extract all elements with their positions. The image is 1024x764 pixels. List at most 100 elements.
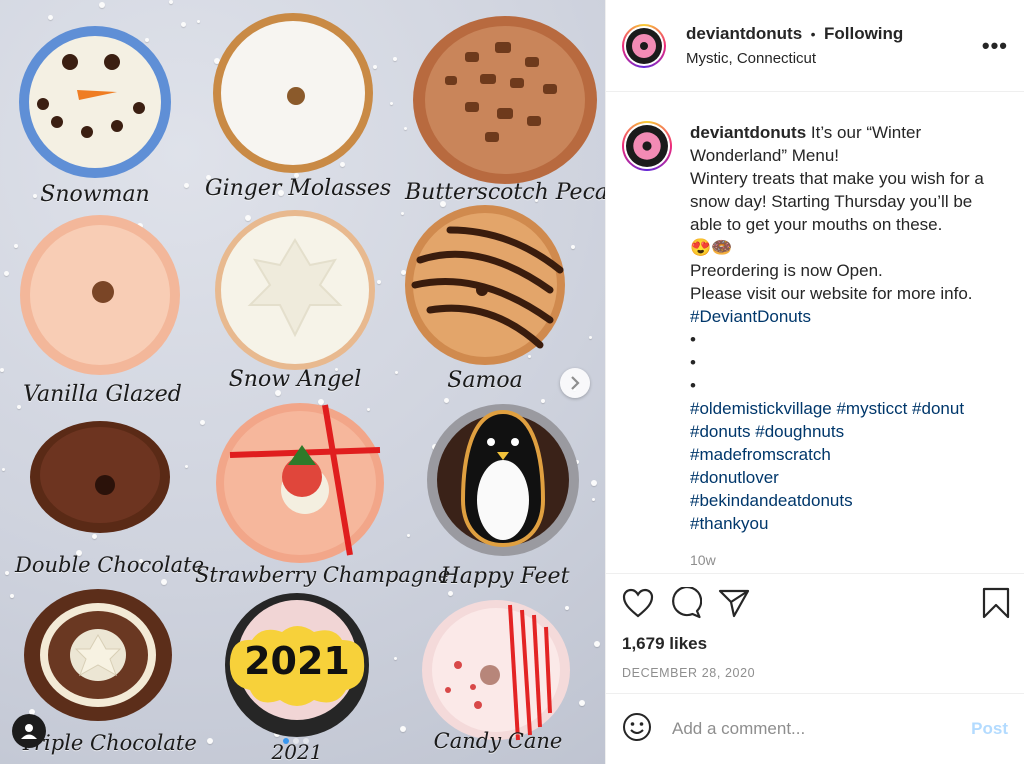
emoji-button[interactable] — [622, 712, 652, 747]
post-date: DECEMBER 28, 2020 — [622, 666, 756, 680]
comment-button[interactable] — [670, 585, 703, 624]
donut-double-chocolate-image — [30, 421, 170, 533]
sprinkle — [4, 271, 9, 276]
post-actions: 1,679 likes DECEMBER 28, 2020 — [606, 573, 1024, 693]
caption-username[interactable]: deviantdonuts — [690, 123, 806, 142]
sprinkle — [407, 534, 410, 537]
action-row — [622, 585, 1010, 624]
donut-snowman-image — [19, 26, 171, 178]
sprinkle — [395, 371, 398, 374]
donut-vanilla-glazed: Vanilla Glazed — [15, 210, 190, 420]
donut-candy-cane-image — [422, 600, 570, 741]
sprinkle — [5, 571, 9, 575]
caption-line: Please visit our website for more info. — [690, 284, 973, 303]
donut-label: Happy Feet — [440, 564, 570, 589]
caption-line: Preordering is now Open. — [690, 261, 883, 280]
sprinkle — [394, 657, 397, 660]
hashtag-link[interactable]: #DeviantDonuts — [690, 305, 1008, 328]
donut-triple-chocolate-image — [24, 589, 172, 721]
donut-label: Snow Angel — [228, 367, 362, 392]
sprinkle — [390, 102, 393, 105]
donut-strawberry-champagne: Strawberry Champagne — [195, 395, 451, 595]
sprinkle — [400, 726, 406, 732]
sprinkle — [393, 57, 397, 61]
hashtag-link[interactable]: #thankyou — [690, 512, 1008, 535]
donut-snow-angel: Snow Angel — [210, 205, 380, 405]
separator-dot: • — [810, 26, 816, 42]
sprinkle — [592, 498, 595, 501]
hashtag-link[interactable]: #doughnuts — [755, 422, 844, 441]
donut-ginger-image — [212, 13, 373, 173]
comment-input[interactable] — [670, 718, 972, 740]
chevron-right-icon — [571, 376, 580, 390]
sprinkle — [594, 641, 600, 647]
emoji-line: 😍🍩 — [690, 238, 733, 257]
sprinkle — [10, 594, 14, 598]
hashtag-link[interactable]: #donutlover — [690, 466, 1008, 489]
caption-line: Wintery treats that make you wish for a … — [690, 169, 984, 234]
post-media[interactable]: Snowman Ginger Molasses Butterscotch Pec… — [0, 0, 605, 764]
donut-label: Strawberry Champagne — [195, 563, 451, 587]
donut-vanilla-image — [20, 215, 180, 375]
paper-plane-icon — [718, 589, 750, 617]
post-comment-button[interactable]: Post — [971, 719, 1008, 739]
donut-logo-icon — [626, 27, 662, 64]
carousel-dot — [293, 738, 299, 744]
more-options-icon[interactable]: ••• — [982, 33, 1008, 59]
location-link[interactable]: Mystic, Connecticut — [686, 50, 982, 67]
donut-snow-angel-image — [215, 210, 375, 370]
bullet: • — [690, 330, 696, 349]
header-username[interactable]: deviantdonuts — [686, 24, 802, 43]
hashtag-link[interactable]: #mysticct — [836, 399, 907, 418]
likes-count[interactable]: 1,679 likes — [622, 634, 1008, 654]
save-button[interactable] — [982, 587, 1010, 624]
hashtag-link[interactable]: #bekindandeatdonuts — [690, 489, 1008, 512]
user-icon — [21, 724, 37, 739]
sprinkle — [207, 738, 213, 744]
donut-label: Ginger Molasses — [205, 176, 392, 201]
like-button[interactable] — [622, 588, 654, 623]
carousel-dot — [303, 738, 309, 744]
donut-happy-feet: Happy Feet — [425, 400, 585, 595]
donut-label: Samoa — [447, 368, 523, 393]
donut-2021-image: 2021 — [225, 593, 369, 737]
bookmark-icon — [982, 587, 1010, 618]
heart-icon — [622, 588, 654, 617]
donut-label: Double Chocolate — [15, 553, 205, 577]
avatar-ring — [624, 123, 670, 169]
sprinkle — [184, 183, 189, 188]
donut-happy-feet-image — [427, 404, 579, 556]
share-button[interactable] — [718, 588, 750, 623]
donut-butterscotch-image — [413, 16, 597, 184]
donut-logo-icon — [626, 125, 668, 167]
donut-label: Candy Cane — [433, 729, 563, 753]
smiley-icon — [623, 712, 651, 741]
hashtag-link[interactable]: #oldemistickvillage — [690, 399, 832, 418]
sprinkle — [579, 700, 585, 706]
hashtag-link[interactable]: #donut — [912, 399, 964, 418]
caption: deviantdonuts It’s our “Winter Wonderlan… — [622, 121, 1008, 572]
sprinkle — [197, 20, 200, 23]
donut-strawberry-image — [216, 403, 384, 563]
carousel-dot — [283, 738, 289, 744]
donut-samoa-image — [405, 205, 565, 365]
year-text: 2021 — [244, 639, 350, 683]
bullet: • — [690, 376, 696, 395]
carousel-next-button[interactable] — [560, 368, 590, 398]
caption-area: deviantdonuts It’s our “Winter Wonderlan… — [606, 93, 1024, 573]
time-ago[interactable]: 10w — [690, 549, 1008, 572]
following-button[interactable]: Following — [824, 24, 903, 43]
sprinkle — [99, 2, 105, 8]
caption-avatar[interactable] — [622, 121, 672, 171]
sprinkle — [169, 0, 173, 4]
donut-samoa: Samoa — [400, 200, 570, 405]
sprinkle — [181, 22, 186, 27]
hashtag-link[interactable]: #donuts — [690, 422, 751, 441]
donut-label: Vanilla Glazed — [23, 382, 182, 407]
hashtag-link[interactable]: #madefromscratch — [690, 443, 1008, 466]
post-header: deviantdonuts • Following Mystic, Connec… — [606, 0, 1024, 92]
avatar-ring — [624, 25, 664, 66]
tagged-users-button[interactable] — [12, 714, 46, 748]
donut-double-chocolate: Double Chocolate — [15, 415, 205, 590]
avatar[interactable] — [622, 23, 666, 68]
